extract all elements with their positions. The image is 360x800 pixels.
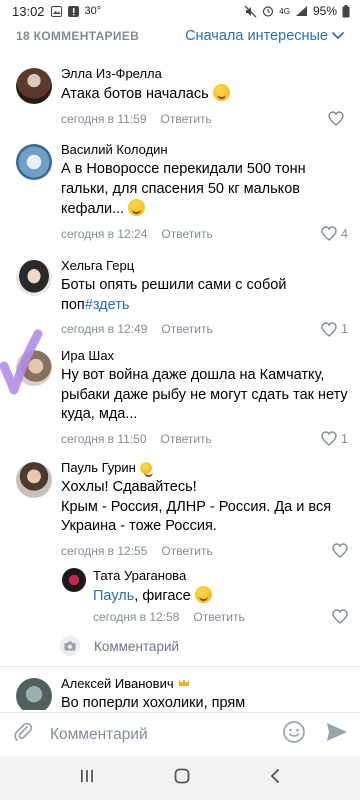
reply-button[interactable]: Ответить bbox=[161, 322, 212, 336]
laugh-emoji-icon bbox=[128, 199, 146, 216]
back-icon[interactable] bbox=[269, 768, 281, 789]
like-count: 4 bbox=[341, 226, 348, 241]
comment-time: сегодня в 11:59 bbox=[61, 111, 147, 126]
reply-button[interactable]: Ответить bbox=[161, 227, 212, 241]
comment-author[interactable]: Хельга Герц bbox=[61, 258, 348, 274]
reply-input-placeholder: Комментарий bbox=[94, 638, 180, 654]
comment-meta: сегодня в 12:58 Ответить bbox=[93, 609, 348, 625]
reply-button[interactable]: Ответить bbox=[193, 610, 244, 624]
comment-author[interactable]: Василий Колодин bbox=[61, 142, 348, 158]
comment-meta: сегодня в 12:49 Ответить 1 bbox=[61, 321, 348, 337]
avatar[interactable] bbox=[16, 144, 52, 180]
comment-time: сегодня в 11:50 bbox=[61, 431, 147, 446]
clock: 13:02 bbox=[12, 3, 45, 19]
network-type: 4G bbox=[279, 6, 290, 16]
comment-item: Василий Колодин А в Новороссе перекидали… bbox=[0, 142, 360, 242]
comment-composer: Комментарий bbox=[0, 712, 360, 756]
heart-icon bbox=[332, 543, 348, 558]
camera-icon bbox=[60, 636, 80, 656]
emoji-badge-icon bbox=[139, 462, 153, 477]
recent-apps-icon[interactable] bbox=[79, 769, 95, 788]
battery-icon bbox=[342, 4, 350, 18]
comment-time: сегодня в 12:24 bbox=[61, 226, 148, 241]
reply-item: Тата Ураганова Пауль, фигасе сегодня в 1… bbox=[0, 568, 360, 624]
temperature: 30° bbox=[84, 5, 102, 17]
avatar[interactable] bbox=[16, 68, 52, 104]
hashtag-link[interactable]: #здеть bbox=[85, 297, 130, 313]
comment-item: Элла Из-Фрелла Атака ботов началась сего… bbox=[0, 66, 360, 138]
home-icon[interactable] bbox=[174, 768, 190, 789]
heart-icon bbox=[321, 431, 337, 446]
comment-item: Алексей Иванович Во поперли хохолики, пр… bbox=[0, 676, 360, 710]
comment-item: Ира Шах Ну вот война даже дошла на Камча… bbox=[0, 348, 360, 458]
reply-button[interactable]: Ответить bbox=[161, 432, 212, 446]
comment-time: сегодня в 12:55 bbox=[61, 543, 148, 558]
crown-icon bbox=[178, 676, 190, 692]
divider bbox=[0, 666, 360, 667]
battery-level: 95% bbox=[312, 4, 337, 18]
comments-list[interactable]: Элла Из-Фрелла Атака ботов началась сего… bbox=[0, 50, 360, 710]
comment-text: Хохлы! Сдавайтесь! Крым - Россия, ДЛНР -… bbox=[61, 479, 332, 534]
comment-author[interactable]: Тата Ураганова bbox=[93, 568, 348, 584]
like-button[interactable]: 1 bbox=[321, 431, 348, 446]
alarm-icon bbox=[262, 5, 274, 17]
mute-icon bbox=[244, 5, 257, 18]
heart-icon bbox=[328, 111, 344, 126]
comment-text: Во поперли хохолики, прям bbox=[61, 695, 246, 710]
comment-meta: сегодня в 12:55 Ответить bbox=[61, 543, 348, 559]
smile-icon[interactable] bbox=[282, 720, 306, 749]
comment-input[interactable]: Комментарий bbox=[50, 726, 148, 744]
comments-count: 18 КОММЕНТАРИЕВ bbox=[16, 29, 140, 43]
comment-author[interactable]: Элла Из-Фрелла bbox=[61, 66, 348, 82]
like-count: 1 bbox=[341, 322, 348, 336]
avatar[interactable] bbox=[16, 260, 52, 296]
like-button[interactable]: 1 bbox=[321, 321, 348, 337]
comment-text: Ну вот война даже дошла на Камчатку, рыб… bbox=[61, 367, 348, 422]
reply-button[interactable]: Ответить bbox=[161, 544, 212, 558]
comment-meta: сегодня в 11:50 Ответить 1 bbox=[61, 431, 348, 447]
like-button[interactable]: 4 bbox=[321, 226, 348, 241]
comment-text: Атака ботов началась bbox=[61, 84, 348, 105]
attach-icon[interactable] bbox=[12, 721, 34, 748]
send-icon[interactable] bbox=[326, 722, 348, 747]
like-button[interactable] bbox=[328, 111, 348, 126]
comments-header: 18 КОММЕНТАРИЕВ Сначала интересные bbox=[0, 22, 360, 50]
heart-icon bbox=[321, 321, 337, 337]
avatar[interactable] bbox=[16, 678, 52, 710]
sort-dropdown[interactable]: Сначала интересные bbox=[185, 28, 344, 44]
mention-link[interactable]: Пауль bbox=[93, 588, 134, 604]
comment-author[interactable]: Пауль Гурин bbox=[61, 460, 348, 477]
like-button[interactable] bbox=[332, 609, 348, 624]
comment-author[interactable]: Ира Шах bbox=[61, 348, 348, 364]
avatar[interactable] bbox=[16, 462, 52, 498]
avatar[interactable] bbox=[62, 568, 86, 592]
comment-text: Пауль, фигасе bbox=[93, 586, 348, 607]
heart-icon bbox=[321, 226, 337, 241]
heart-icon bbox=[332, 609, 348, 624]
comment-text: Боты опять решили сами с собой поп#здеть bbox=[61, 277, 287, 313]
comment-item: Хельга Герц Боты опять решили сами с соб… bbox=[0, 258, 360, 338]
comment-time: сегодня в 12:58 bbox=[93, 609, 180, 624]
comment-text: А в Новороссе перекидали 500 тонн гальки… bbox=[61, 161, 306, 217]
laugh-emoji-icon bbox=[212, 84, 230, 101]
reply-button[interactable]: Ответить bbox=[161, 112, 212, 126]
purple-annotation-stroke bbox=[0, 329, 43, 395]
grin-emoji-icon bbox=[194, 586, 212, 603]
comment-item: Пауль Гурин Хохлы! Сдавайтесь! Крым - Ро… bbox=[0, 460, 360, 560]
comment-meta: сегодня в 12:24 Ответить 4 bbox=[61, 226, 348, 242]
reply-input-row[interactable]: Комментарий bbox=[60, 636, 179, 656]
comment-author[interactable]: Алексей Иванович bbox=[61, 676, 348, 692]
comment-time: сегодня в 12:49 bbox=[61, 322, 148, 336]
gallery-icon bbox=[50, 5, 62, 17]
warning-icon bbox=[67, 5, 79, 17]
chevron-down-icon bbox=[332, 28, 344, 44]
like-count: 1 bbox=[341, 431, 348, 446]
like-button[interactable] bbox=[332, 543, 348, 558]
comment-meta: сегодня в 11:59 Ответить bbox=[61, 111, 348, 127]
status-bar: 13:02 30° 4G 95% bbox=[0, 0, 360, 22]
system-navigation-bar bbox=[0, 756, 360, 800]
sort-label: Сначала интересные bbox=[185, 28, 328, 44]
signal-icon bbox=[295, 5, 308, 17]
